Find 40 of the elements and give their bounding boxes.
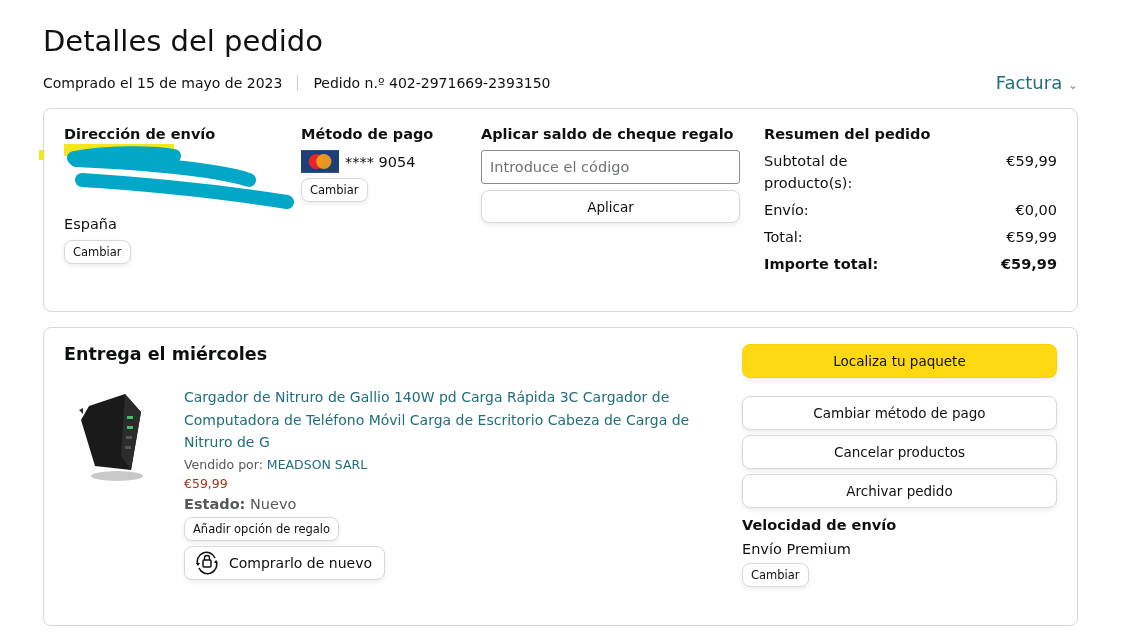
invoice-link[interactable]: Factura ⌄ — [995, 72, 1078, 93]
apply-button[interactable]: Aplicar — [481, 190, 740, 223]
shipping-speed-value: Envío Premium — [742, 541, 851, 557]
shipping-speed-heading: Velocidad de envío — [742, 517, 897, 533]
page-title: Detalles del pedido — [43, 24, 324, 58]
section-heading: Dirección de envío — [64, 126, 217, 142]
product-price: €59,99 — [184, 475, 229, 491]
change-button[interactable]: Cambiar — [301, 178, 368, 202]
summary-value: €59,99 — [1006, 228, 1057, 247]
credit-card-icon — [301, 150, 339, 173]
address-line: España — [64, 216, 118, 232]
change-button[interactable]: Cambiar — [742, 563, 809, 587]
gift-option-button[interactable]: Añadir opción de regalo — [184, 516, 340, 541]
card-number: **** 9054 — [345, 153, 416, 170]
action-button[interactable]: Cancelar productos — [742, 435, 1057, 469]
summary-value: €0,00 — [1015, 201, 1057, 220]
delivery-heading: Entrega el miércoles — [64, 344, 269, 364]
condition-label: Estado: — [184, 495, 246, 512]
summary-label: Envío: — [764, 201, 810, 220]
section-heading: Método de pago — [301, 126, 435, 142]
seller-label: Vendido por: — [184, 456, 263, 472]
section-heading: Aplicar saldo de cheque regalo — [481, 126, 735, 142]
summary-label: Total: — [764, 228, 804, 247]
buy-again-button[interactable]: Comprarlo de nuevo — [184, 545, 386, 580]
purchase-date: Comprado el 15 de mayo de 2023 — [43, 74, 299, 91]
change-button[interactable]: Cambiar — [64, 240, 131, 264]
summary-value: €59,99 — [1006, 152, 1057, 171]
seller-link[interactable]: MEADSON SARL — [266, 456, 368, 472]
action-button[interactable]: Localiza tu paquete — [742, 344, 1057, 378]
product-title-link[interactable]: Cargador de Nitruro de Gallio 140W pd Carga Rápida 3C Cargador de Computadora de Teléfono Móvil Carga de Escritorio Cabeza de Carga de Nitruro de G — [184, 386, 704, 454]
section-heading: Resumen del pedido — [764, 126, 932, 142]
action-button[interactable]: Cambiar método de pago — [742, 396, 1057, 430]
summary-label: Importe total: — [764, 255, 880, 274]
summary-value: €59,99 — [1001, 255, 1057, 274]
gift-code-field[interactable]: Introduce el código — [481, 150, 740, 184]
order-number: Pedido n.º 402-2971669-2393150 — [313, 74, 551, 91]
action-button[interactable]: Archivar pedido — [742, 474, 1057, 508]
condition-value: Nuevo — [250, 495, 297, 512]
buy-again-icon — [193, 550, 221, 575]
summary-label: Subtotal de producto(s): — [764, 152, 854, 193]
